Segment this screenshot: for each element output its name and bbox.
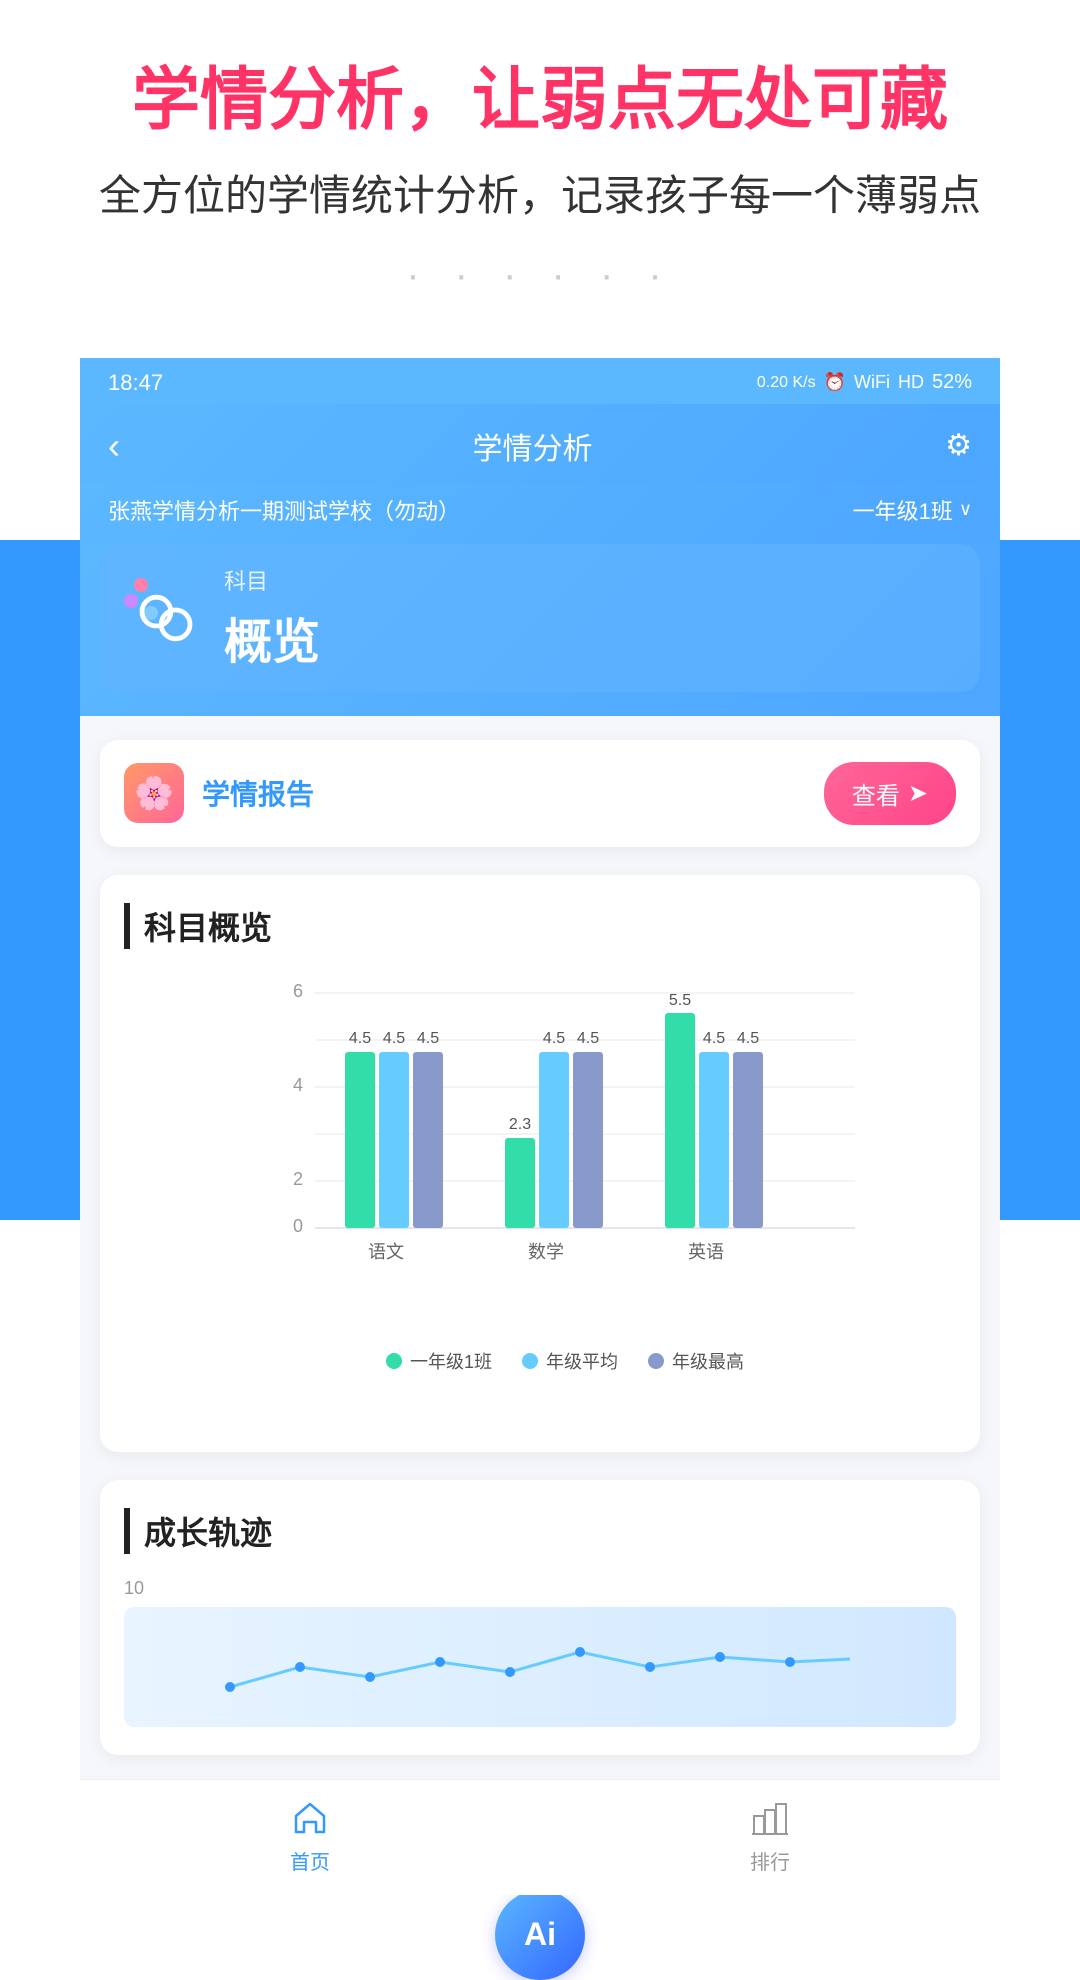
growth-section: 成长轨迹 10	[100, 1480, 980, 1755]
dots-decoration: · · · · · ·	[40, 253, 1040, 298]
svg-text:2.3: 2.3	[509, 1116, 531, 1133]
subject-overview-title: 科目概览	[124, 903, 956, 949]
bar-chart: 6 4 2 0 4.5 4.5	[124, 973, 956, 1424]
report-left: 🌸 学情报告	[124, 763, 314, 823]
legend-avg: 年级平均	[522, 1348, 618, 1374]
svg-text:语文: 语文	[368, 1242, 404, 1262]
app-header: ‹ 学情分析 ⚙	[80, 404, 1000, 484]
svg-text:4.5: 4.5	[737, 1030, 759, 1047]
legend-dot-class	[386, 1353, 402, 1369]
home-icon	[288, 1796, 332, 1840]
growth-y-max: 10	[124, 1578, 956, 1599]
battery-icon: 52%	[932, 371, 972, 394]
school-bar: 张燕学情分析一期测试学校（勿动） 一年级1班 ∨	[80, 484, 1000, 544]
ai-label: Ai	[524, 1916, 556, 1953]
svg-text:英语: 英语	[688, 1242, 724, 1262]
chart-legend: 一年级1班 年级平均 年级最高	[174, 1348, 956, 1374]
growth-chart-svg	[124, 1607, 956, 1727]
phone-mockup: 18:47 0.20 K/s ⏰ WiFi HD 52% ‹ 学情分析 ⚙ 张燕…	[80, 358, 1000, 1895]
status-bar: 18:47 0.20 K/s ⏰ WiFi HD 52%	[80, 358, 1000, 404]
chain-link-icon	[134, 586, 198, 650]
nav-rank[interactable]: 排行	[690, 1796, 850, 1875]
legend-class: 一年级1班	[386, 1348, 492, 1374]
network-speed: 0.20 K/s	[757, 374, 816, 392]
tab-icon-decoration	[124, 578, 204, 658]
school-name: 张燕学情分析一期测试学校（勿动）	[108, 494, 460, 526]
tab-overview-label: 概览	[224, 602, 956, 672]
nav-home[interactable]: 首页	[230, 1796, 390, 1875]
chevron-down-icon: ∨	[959, 499, 972, 520]
class-name: 一年级1班	[853, 494, 953, 526]
svg-text:4.5: 4.5	[349, 1030, 371, 1047]
content-area: 🌸 学情报告 查看 ➤ 科目概览	[80, 716, 1000, 1779]
promo-area: 学情分析，让弱点无处可藏 全方位的学情统计分析，记录孩子每一个薄弱点 · · ·…	[0, 0, 1080, 358]
bottom-nav: 首页 排行	[80, 1779, 1000, 1895]
tab-card[interactable]: 科目 概览	[100, 544, 980, 692]
nav-rank-label: 排行	[750, 1846, 790, 1875]
wifi-icon: WiFi	[854, 372, 890, 393]
svg-text:6: 6	[293, 983, 303, 1001]
bar-chart-svg: 6 4 2 0 4.5 4.5	[174, 983, 956, 1323]
main-content: 学情分析，让弱点无处可藏 全方位的学情统计分析，记录孩子每一个薄弱点 · · ·…	[0, 0, 1080, 1965]
tab-subject-label: 科目	[224, 564, 956, 596]
legend-class-label: 一年级1班	[410, 1348, 492, 1374]
tab-label-area: 科目 概览	[224, 564, 956, 672]
header-title: 学情分析	[473, 424, 593, 468]
svg-text:4.5: 4.5	[703, 1030, 725, 1047]
back-button[interactable]: ‹	[108, 428, 120, 464]
settings-button[interactable]: ⚙	[945, 428, 972, 463]
report-icon: 🌸	[124, 763, 184, 823]
report-card: 🌸 学情报告 查看 ➤	[100, 740, 980, 847]
legend-dot-avg	[522, 1353, 538, 1369]
svg-text:4.5: 4.5	[417, 1030, 439, 1047]
svg-text:4.5: 4.5	[577, 1030, 599, 1047]
view-label: 查看	[852, 776, 900, 811]
status-time: 18:47	[108, 370, 163, 396]
svg-text:0: 0	[293, 1216, 303, 1236]
nav-home-label: 首页	[290, 1846, 330, 1875]
legend-max: 年级最高	[648, 1348, 744, 1374]
svg-text:4.5: 4.5	[543, 1030, 565, 1047]
svg-text:4.5: 4.5	[383, 1030, 405, 1047]
tab-area: 科目 概览	[80, 544, 1000, 716]
ai-button[interactable]: Ai	[495, 1890, 585, 1980]
signal-icon: HD	[898, 372, 924, 393]
svg-text:2: 2	[293, 1169, 303, 1189]
svg-text:5.5: 5.5	[669, 992, 691, 1009]
arrow-icon: ➤	[908, 779, 928, 808]
class-selector[interactable]: 一年级1班 ∨	[853, 494, 972, 526]
growth-title: 成长轨迹	[124, 1508, 956, 1554]
legend-max-label: 年级最高	[672, 1348, 744, 1374]
subject-overview-section: 科目概览 6 4	[100, 875, 980, 1452]
status-icons: 0.20 K/s ⏰ WiFi HD 52%	[757, 371, 972, 394]
alarm-icon: ⏰	[824, 372, 846, 393]
ai-area: Ai	[0, 1905, 1080, 1965]
rank-icon	[748, 1796, 792, 1840]
growth-chart	[124, 1607, 956, 1727]
svg-text:数学: 数学	[528, 1242, 564, 1262]
page-root: 学情分析，让弱点无处可藏 全方位的学情统计分析，记录孩子每一个薄弱点 · · ·…	[0, 0, 1080, 1965]
legend-avg-label: 年级平均	[546, 1348, 618, 1374]
promo-title: 学情分析，让弱点无处可藏	[40, 60, 1040, 142]
svg-text:4: 4	[293, 1075, 303, 1095]
legend-dot-max	[648, 1353, 664, 1369]
report-title: 学情报告	[202, 773, 314, 813]
view-report-button[interactable]: 查看 ➤	[824, 762, 956, 825]
promo-subtitle: 全方位的学情统计分析，记录孩子每一个薄弱点	[40, 162, 1040, 223]
